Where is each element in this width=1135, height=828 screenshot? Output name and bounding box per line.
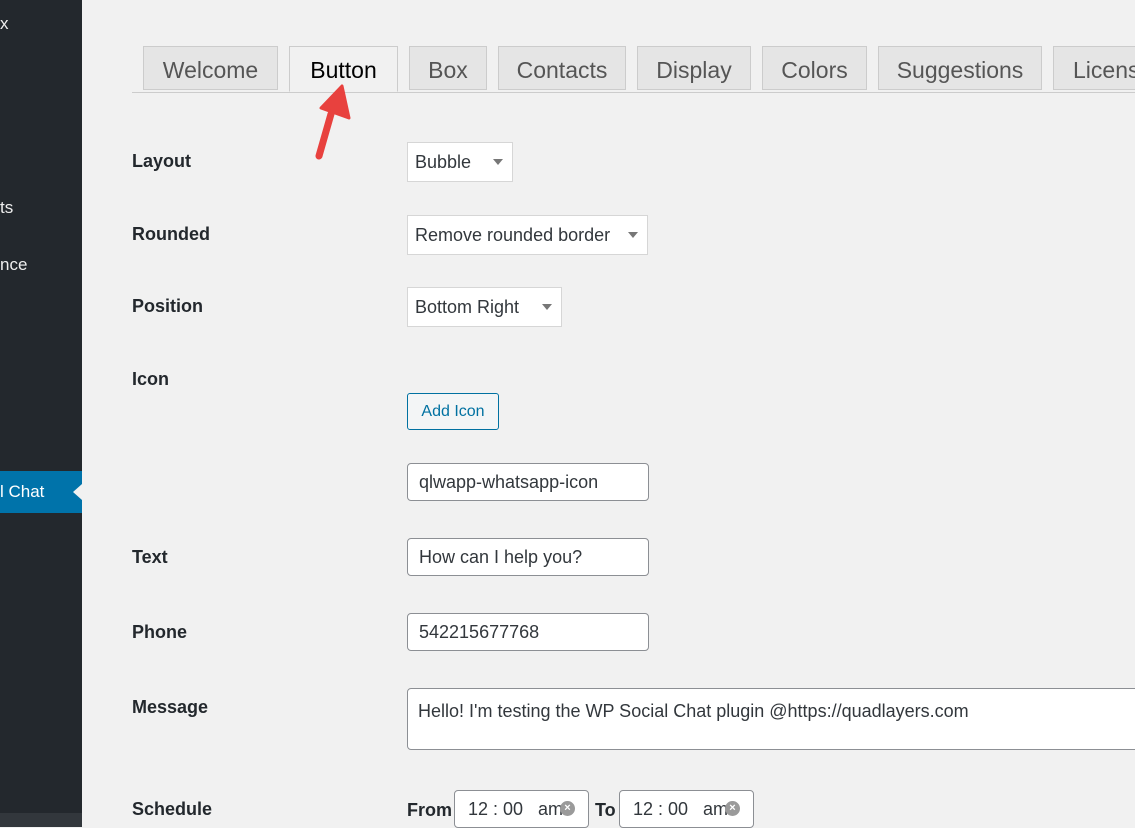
schedule-from-time-input[interactable]: 12 : 00 am × (454, 790, 589, 828)
rounded-label: Rounded (132, 224, 210, 244)
schedule-from-label: From (407, 800, 452, 820)
sidebar-item-label: l Chat (0, 482, 45, 501)
layout-select[interactable]: Bubble (407, 142, 513, 182)
schedule-from-value: 12 : 00 am (468, 799, 564, 819)
position-select-value: Bottom Right (415, 297, 520, 317)
sidebar-item-3[interactable]: nce (0, 255, 82, 277)
schedule-to-time-input[interactable]: 12 : 00 am × (619, 790, 754, 828)
admin-sidebar: x ts nce l Chat (0, 0, 82, 827)
chevron-down-icon (542, 304, 552, 310)
icon-class-input[interactable]: qlwapp-whatsapp-icon (407, 463, 649, 501)
position-label: Position (132, 296, 203, 316)
rounded-select-value: Remove rounded border (415, 225, 611, 245)
sidebar-item-label: ts (0, 198, 14, 217)
settings-tab-bar: Welcome Button Box Contacts Display Colo… (132, 46, 1135, 93)
sidebar-item-label: x (0, 14, 9, 33)
button-text-input[interactable]: How can I help you? (407, 538, 649, 576)
tab-license[interactable]: Licens (1053, 46, 1135, 90)
clear-icon[interactable]: × (560, 801, 575, 816)
phone-input[interactable]: 542215677768 (407, 613, 649, 651)
sidebar-item-social-chat[interactable]: l Chat (0, 471, 82, 513)
icon-label: Icon (132, 369, 170, 389)
position-select[interactable]: Bottom Right (407, 287, 562, 327)
rounded-select[interactable]: Remove rounded border (407, 215, 648, 255)
text-label: Text (132, 547, 168, 567)
chevron-down-icon (493, 159, 503, 165)
layout-select-value: Bubble (415, 152, 472, 172)
tab-box[interactable]: Box (409, 46, 487, 90)
sidebar-item-label: nce (0, 255, 28, 274)
sidebar-item-1[interactable]: x (0, 14, 82, 36)
tab-suggestions[interactable]: Suggestions (878, 46, 1042, 90)
active-menu-pointer (73, 484, 82, 500)
layout-label: Layout (132, 151, 192, 171)
schedule-label: Schedule (132, 799, 213, 819)
tab-contacts[interactable]: Contacts (498, 46, 626, 90)
annotation-arrow-icon (315, 84, 351, 160)
message-label: Message (132, 697, 209, 717)
phone-label: Phone (132, 622, 188, 642)
tab-display[interactable]: Display (637, 46, 751, 90)
schedule-to-label: To (595, 800, 616, 820)
sidebar-item-2[interactable]: ts (0, 198, 82, 220)
clear-icon[interactable]: × (725, 801, 740, 816)
sidebar-footer-strip (0, 813, 82, 827)
tab-welcome[interactable]: Welcome (143, 46, 278, 90)
chevron-down-icon (628, 232, 638, 238)
schedule-to-value: 12 : 00 am (633, 799, 729, 819)
tab-colors[interactable]: Colors (762, 46, 867, 90)
add-icon-button[interactable]: Add Icon (407, 393, 499, 430)
message-textarea[interactable]: Hello! I'm testing the WP Social Chat pl… (407, 688, 1135, 750)
